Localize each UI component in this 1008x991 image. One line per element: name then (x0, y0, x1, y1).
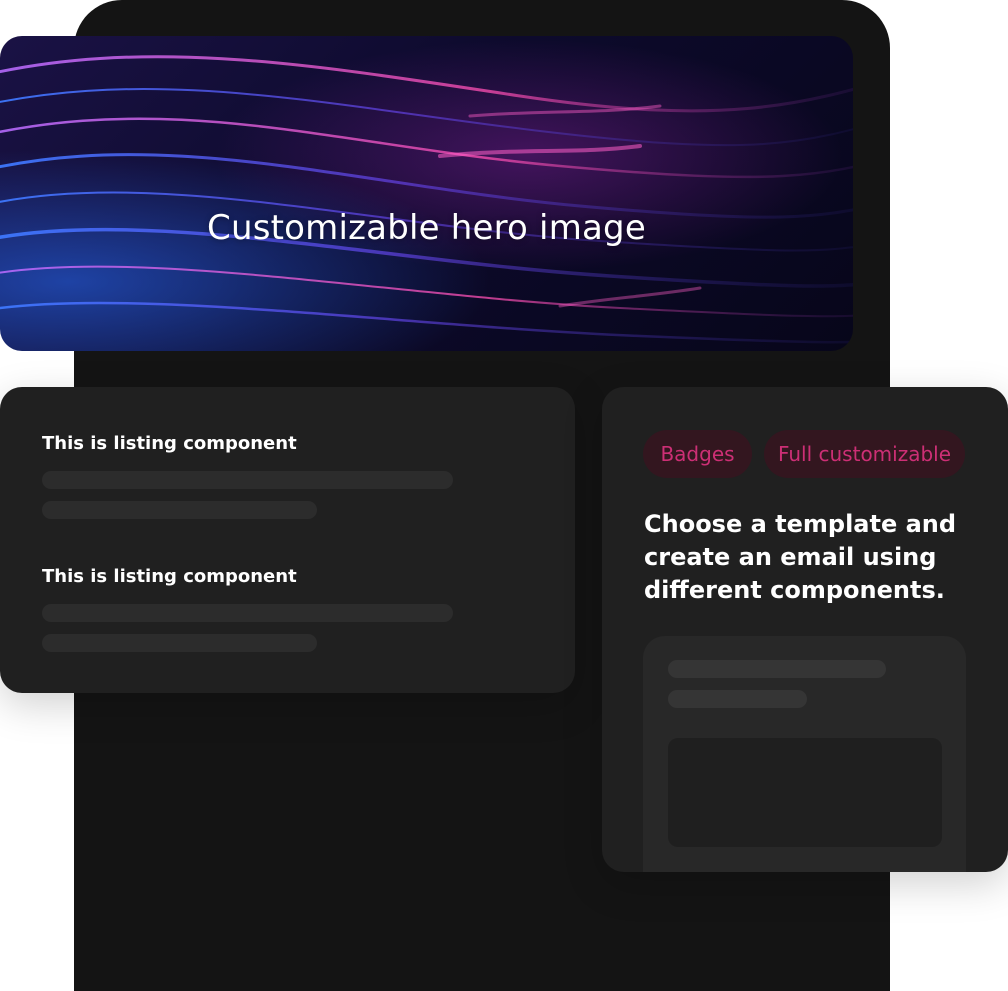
email-preview (643, 636, 966, 872)
hero-image: Customizable hero image (0, 36, 853, 351)
badge: Full customizable (764, 430, 965, 478)
placeholder-block (668, 738, 942, 847)
placeholder-bar (42, 604, 453, 622)
card-heading: Choose a template and create an email us… (644, 510, 957, 604)
placeholder-bar (42, 501, 317, 519)
placeholder-bar (668, 690, 807, 708)
listing-card: This is listing component This is listin… (0, 387, 575, 693)
hero-title: Customizable hero image (207, 208, 646, 248)
badge: Badges (643, 430, 752, 478)
list-item-title: This is listing component (42, 566, 297, 587)
list-item-title: This is listing component (42, 433, 297, 454)
list-item[interactable]: This is listing component (42, 566, 522, 652)
placeholder-bar (668, 660, 886, 678)
placeholder-bar (42, 471, 453, 489)
hero-waves-graphic (0, 55, 853, 344)
list-item[interactable]: This is listing component (42, 433, 522, 519)
placeholder-bar (42, 634, 317, 652)
template-card: Badges Full customizable Choose a templa… (602, 387, 1008, 872)
